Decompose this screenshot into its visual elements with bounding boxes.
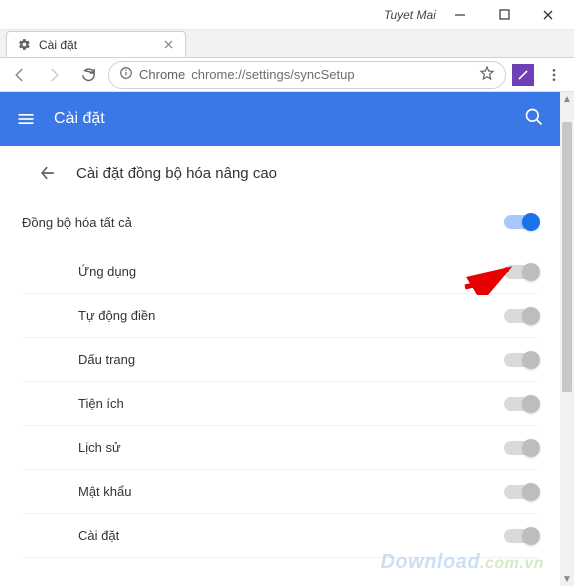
sync-subtitle: Cài đặt đồng bộ hóa nâng cao (76, 165, 277, 182)
tab-title: Cài đặt (39, 38, 77, 52)
window-minimize-button[interactable] (438, 1, 482, 29)
window-titlebar: Tuyet Mai (0, 0, 574, 30)
reload-button[interactable] (74, 61, 102, 89)
search-icon[interactable] (524, 107, 544, 132)
window-close-button[interactable] (526, 1, 570, 29)
sync-item-label: Dấu trang (22, 352, 135, 367)
sync-item-toggle[interactable] (504, 485, 538, 499)
sync-item-row: Lịch sử (22, 426, 538, 470)
sync-all-toggle[interactable] (504, 215, 538, 229)
sync-item-row: Cài đặt (22, 514, 538, 558)
sync-item-label: Mật khẩu (22, 484, 131, 499)
star-icon[interactable] (479, 65, 495, 84)
sync-settings-list: Đồng bộ hóa tất cả Ứng dụng Tự động điền… (0, 200, 560, 558)
sync-all-label: Đồng bộ hóa tất cả (22, 215, 132, 230)
window-maximize-button[interactable] (482, 1, 526, 29)
sync-item-toggle[interactable] (504, 353, 538, 367)
window-username: Tuyet Mai (384, 8, 436, 22)
sync-item-toggle[interactable] (504, 397, 538, 411)
sync-item-row: Dấu trang (22, 338, 538, 382)
scroll-up-arrow-icon[interactable]: ▲ (560, 92, 574, 106)
tab-strip: Cài đặt (0, 30, 574, 58)
sync-item-label: Lịch sử (22, 440, 121, 455)
scrollbar-thumb[interactable] (562, 122, 572, 392)
sync-item-label: Cài đặt (22, 528, 119, 543)
settings-header: Cài đặt (0, 92, 560, 146)
sync-item-toggle[interactable] (504, 309, 538, 323)
extension-icon[interactable] (512, 64, 534, 86)
hamburger-icon[interactable] (16, 109, 36, 129)
sync-item-row: Ứng dụng (22, 250, 538, 294)
menu-button[interactable] (540, 61, 568, 89)
vertical-scrollbar[interactable]: ▲ ▼ (560, 92, 574, 586)
address-bar: Chrome chrome://settings/syncSetup (0, 58, 574, 92)
sync-item-label: Tự động điền (22, 308, 155, 323)
sync-item-label: Tiện ích (22, 396, 124, 411)
scroll-down-arrow-icon[interactable]: ▼ (560, 572, 574, 586)
chrome-info-icon (119, 66, 133, 83)
omnibox-url: chrome://settings/syncSetup (191, 67, 354, 82)
omnibox[interactable]: Chrome chrome://settings/syncSetup (108, 61, 506, 89)
browser-tab[interactable]: Cài đặt (6, 31, 186, 57)
sync-item-label: Ứng dụng (22, 264, 136, 279)
back-button[interactable] (6, 61, 34, 89)
sync-item-toggle[interactable] (504, 529, 538, 543)
sync-item-toggle[interactable] (504, 265, 538, 279)
sync-item-toggle[interactable] (504, 441, 538, 455)
omnibox-secure-label: Chrome (139, 67, 185, 82)
sync-item-row: Tiện ích (22, 382, 538, 426)
forward-button[interactable] (40, 61, 68, 89)
sync-all-row: Đồng bộ hóa tất cả (22, 200, 538, 244)
sync-subheader: Cài đặt đồng bộ hóa nâng cao (0, 146, 560, 200)
sync-item-row: Tự động điền (22, 294, 538, 338)
sync-item-row: Mật khẩu (22, 470, 538, 514)
tab-close-button[interactable] (161, 38, 175, 52)
gear-icon (17, 38, 31, 52)
settings-header-title: Cài đặt (54, 110, 105, 128)
back-arrow-icon[interactable] (38, 163, 58, 183)
